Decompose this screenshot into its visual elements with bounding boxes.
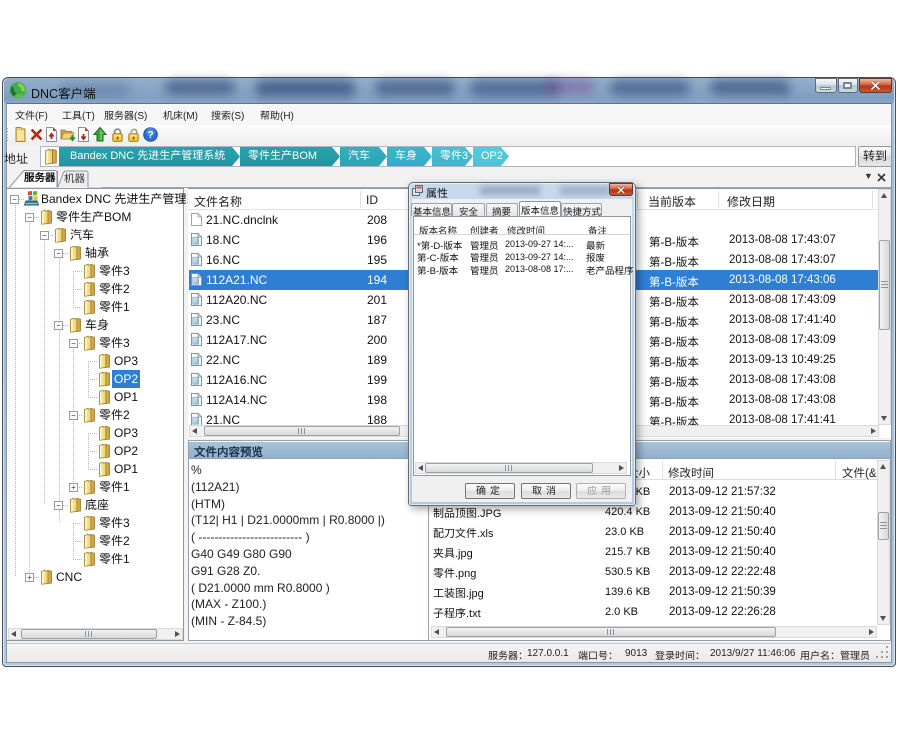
svg-text:?: ?	[147, 130, 153, 141]
